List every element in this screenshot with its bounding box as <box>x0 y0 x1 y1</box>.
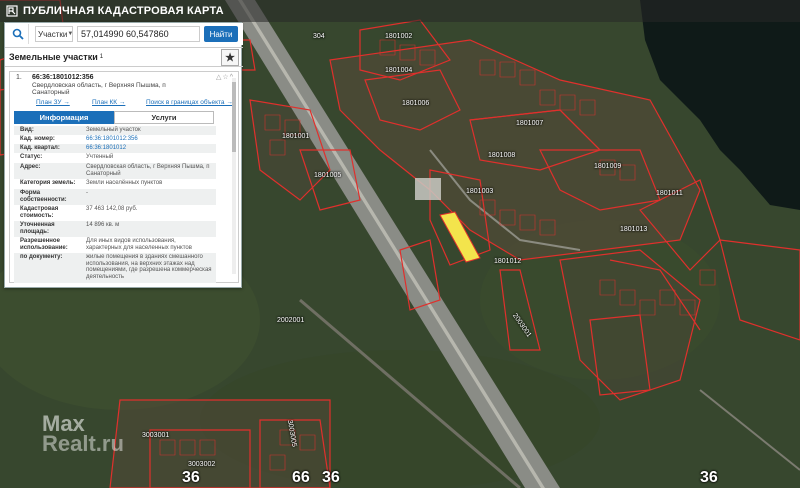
star-icon: ★ <box>225 52 235 64</box>
object-type-select[interactable]: Участки ▼ <box>35 26 73 42</box>
map-label: 1801013 <box>620 226 648 233</box>
results-header: Земельные участки 1 ★ <box>5 47 243 67</box>
info-value: жилые помещения в зданиях смешанного исп… <box>86 254 212 280</box>
info-key: Разрешенное использование: <box>20 238 68 251</box>
card-links: План ЗУ → План КК → Поиск в границах объ… <box>10 99 240 109</box>
map-label: 1801005 <box>314 172 342 179</box>
scrollbar-thumb[interactable] <box>232 82 236 152</box>
info-key: Кад. номер: <box>20 136 55 142</box>
coordinates-search-input[interactable] <box>77 26 200 42</box>
map-label: 1801003 <box>466 188 494 195</box>
info-row: по документу: жилые помещения в зданиях … <box>14 253 216 283</box>
map-label: 66 <box>292 469 310 486</box>
info-value: Земельный участок <box>86 127 141 133</box>
info-row: Уточненная площадь: 14 896 кв. м <box>14 221 216 237</box>
result-index: 1. <box>16 74 22 81</box>
map-label: 36 <box>322 469 340 486</box>
info-key: Вид: <box>20 127 34 133</box>
search-row: Участки ▼ Найти <box>5 23 243 45</box>
parcel-address: Свердловская область, г Верхняя Пышма, п… <box>32 82 166 96</box>
info-key: Категория земель: <box>20 180 76 186</box>
map-label: 1801006 <box>402 100 430 107</box>
map-label: 1801012 <box>494 258 522 265</box>
info-value: 37 463 142,08 руб. <box>86 206 138 212</box>
map-label: 1801004 <box>385 67 413 74</box>
app-header: ПУБЛИЧНАЯ КАДАСТРОВАЯ КАРТА <box>0 0 800 22</box>
info-value: Для иных видов использования, характерны… <box>86 238 192 251</box>
app-title: ПУБЛИЧНАЯ КАДАСТРОВАЯ КАРТА <box>23 5 224 17</box>
search-toggle-button[interactable] <box>7 24 29 44</box>
info-key: по документу: <box>20 254 63 260</box>
info-row: Вид: Земельный участок <box>14 126 216 135</box>
results-title: Земельные участки <box>9 52 98 62</box>
info-key: Кадастровая стоимость: <box>20 206 59 219</box>
plan-zu-link[interactable]: План ЗУ → <box>36 99 70 106</box>
info-row: Разрешенное использование: Для иных видо… <box>14 237 216 253</box>
parcel-info-table: Вид: Земельный участок Кад. номер: 66:36… <box>14 126 216 283</box>
map-label: 1801001 <box>282 133 310 140</box>
object-type-value: Участки <box>38 29 68 39</box>
info-key: Форма собственности: <box>20 190 67 203</box>
map-label: 36 <box>182 469 200 486</box>
card-tabs: Информация Услуги <box>14 111 214 124</box>
find-button[interactable]: Найти <box>204 26 238 42</box>
info-key: Статус: <box>20 154 43 160</box>
map-label: 1801002 <box>385 33 413 40</box>
info-row: Категория земель: Земли населённых пункт… <box>14 179 216 189</box>
search-icon <box>12 28 24 40</box>
map-label: 1801009 <box>594 163 622 170</box>
map-label: 1801011 <box>656 190 683 197</box>
info-value: - <box>86 190 88 196</box>
parcel-card-header: 1. 66:36:1801012:356 Свердловская област… <box>10 72 238 100</box>
map-label: 1801008 <box>488 152 516 159</box>
info-key: Адрес: <box>20 164 41 170</box>
info-row: Кад. номер: 66:36:1801012:356 <box>14 135 216 144</box>
card-scrollbar[interactable] <box>232 78 236 274</box>
info-value: Учтенный <box>86 154 114 160</box>
info-value: 14 896 кв. м <box>86 222 120 228</box>
info-key: Кад. квартал: <box>20 145 60 151</box>
map-label: 3003002 <box>188 461 216 468</box>
info-value[interactable]: 66:36:1801012 <box>86 145 212 152</box>
info-value: Свердловская область, г Верхняя Пышма, п… <box>86 164 210 177</box>
info-key: Уточненная площадь: <box>20 222 55 235</box>
info-row: Кад. квартал: 66:36:1801012 <box>14 144 216 153</box>
search-in-bounds-link[interactable]: Поиск в границах объекта → <box>146 99 233 106</box>
tab-services[interactable]: Услуги <box>114 111 214 124</box>
watermark-logo: Max Realt.ru <box>42 411 124 456</box>
rosreestr-logo-icon <box>6 5 18 17</box>
parcel-card: 1. 66:36:1801012:356 Свердловская област… <box>9 71 239 283</box>
info-row: Статус: Учтенный <box>14 153 216 163</box>
info-row: Форма собственности: - <box>14 189 216 205</box>
parcel-cadastral-number[interactable]: 66:36:1801012:356 <box>32 74 94 81</box>
chevron-down-icon: ▼ <box>67 31 74 37</box>
search-panel: Участки ▼ Найти Земельные участки 1 ★ 1.… <box>4 22 243 288</box>
info-row: Адрес: Свердловская область, г Верхняя П… <box>14 163 216 179</box>
map-label: 1801007 <box>516 120 544 127</box>
map-label: 36 <box>700 469 718 486</box>
star-outline-icon[interactable]: ☆ <box>222 74 229 81</box>
tab-information[interactable]: Информация <box>14 111 114 124</box>
map-label: 304 <box>313 33 325 40</box>
info-row: Кадастровая стоимость: 37 463 142,08 руб… <box>14 205 216 221</box>
results-count: 1 <box>99 54 104 60</box>
map-label: 3003001 <box>142 432 170 439</box>
plan-kk-link[interactable]: План КК → <box>92 99 125 106</box>
info-value: Земли населённых пунктов <box>86 180 163 186</box>
map-label: 2002001 <box>277 317 305 324</box>
favorite-star-button[interactable]: ★ <box>221 49 239 66</box>
info-value[interactable]: 66:36:1801012:356 <box>86 136 212 143</box>
